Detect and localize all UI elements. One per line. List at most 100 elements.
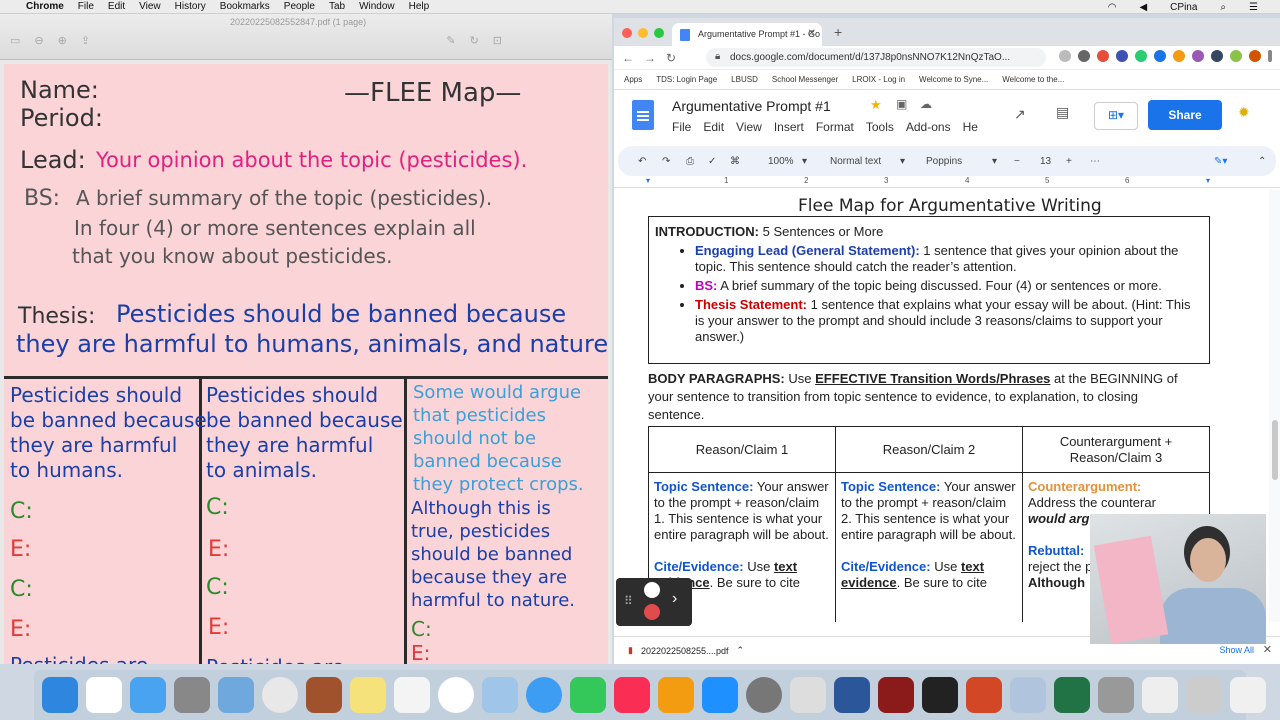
folder-stack-icon[interactable] [1186,677,1222,713]
word-icon[interactable] [834,677,870,713]
activity-icon[interactable]: ↗ [1014,106,1026,123]
menu-file[interactable]: File [78,1,94,12]
chevron-down-icon[interactable]: ▾ [992,156,997,167]
bookmark-welcome[interactable]: Welcome to the... [1002,75,1064,84]
terminal-icon[interactable] [922,677,958,713]
markup-icon[interactable]: ✎ [446,34,455,47]
sidebar-icon[interactable]: ▭ [10,34,20,47]
new-tab-button[interactable]: + [834,24,842,40]
app-store-icon[interactable] [702,677,738,713]
extension-icon[interactable] [1173,50,1185,62]
star-icon[interactable]: ★ [870,97,882,113]
spellcheck-icon[interactable]: ✓ [708,156,716,167]
settings-icon[interactable] [746,677,782,713]
wifi-icon[interactable]: ◠ [1108,2,1117,13]
extension-icon[interactable] [1230,50,1242,62]
facetime-icon[interactable] [570,677,606,713]
document-scrollbar[interactable] [1272,420,1278,480]
zoom-select[interactable]: 100% [768,156,794,167]
tab-argumentative-prompt[interactable]: Argumentative Prompt #1 - Go ✕ [672,23,822,46]
notes-icon[interactable] [350,677,386,713]
notebook-icon[interactable] [306,677,342,713]
stop-recording-button[interactable] [644,604,660,620]
extension-icon[interactable] [1211,50,1223,62]
launchpad-icon[interactable] [174,677,210,713]
style-select[interactable]: Normal text [830,156,881,167]
editing-mode-icon[interactable]: ✎▾ [1214,156,1227,167]
trash-icon[interactable] [1230,677,1266,713]
annotate-icon[interactable]: ⊡ [493,34,502,47]
scanner-icon[interactable] [790,677,826,713]
comments-icon[interactable]: ▤ [1056,104,1069,121]
bookmark-apps[interactable]: Apps [624,75,642,84]
url-field[interactable]: 🔒︎ docs.google.com/document/d/137J8p0nsN… [706,48,1046,67]
photos-icon[interactable] [438,677,474,713]
extension-icon[interactable] [1154,50,1166,62]
font-size-input[interactable]: 13 [1040,156,1051,167]
docs-logo-icon[interactable] [632,100,654,130]
search-icon[interactable]: ⌕ [1220,2,1226,13]
more-icon[interactable]: ⋯ [1090,156,1100,167]
minimize-window-button[interactable] [638,28,648,38]
menu-app[interactable]: Chrome [26,1,64,12]
pause-recording-button[interactable] [644,582,660,598]
paint-format-icon[interactable]: ⌘ [730,156,740,167]
profile-avatar[interactable] [1249,50,1261,62]
bookmark-syne[interactable]: Welcome to Syne... [919,75,988,84]
zoom-in-icon[interactable]: ⊕ [58,34,67,47]
chevron-up-icon[interactable]: ⌃ [737,645,745,656]
font-size-decrease[interactable]: − [1014,156,1020,167]
right-indent-marker[interactable]: ▾ [1206,176,1210,185]
extension-icon[interactable] [1097,50,1109,62]
bookmark-lbusd[interactable]: LBUSD [731,75,758,84]
bookmark-tds[interactable]: TDS: Login Page [656,75,717,84]
docs-menu-insert[interactable]: Insert [774,120,804,134]
docs-menu-format[interactable]: Format [816,120,854,134]
print-icon[interactable]: ⎙ [686,156,694,167]
rotate-icon[interactable]: ↻ [470,34,479,47]
power-icon[interactable] [1078,50,1090,62]
forward-icon[interactable]: → [644,51,656,65]
finder-icon[interactable] [42,677,78,713]
collapse-icon[interactable]: ⌃ [1258,156,1266,167]
menu-edit[interactable]: Edit [108,1,125,12]
chrome-icon[interactable] [262,677,298,713]
font-size-increase[interactable]: + [1066,156,1072,167]
safari-icon[interactable] [130,677,166,713]
download-item[interactable]: ▮ 2022022508255....pdf ⌃ [628,645,744,656]
chevron-down-icon[interactable]: ▾ [900,156,905,167]
cloud-icon[interactable]: ☁ [920,97,932,111]
image-capture-icon[interactable] [1010,677,1046,713]
docs-menu-addons[interactable]: Add-ons [906,120,951,134]
bookmark-lroix[interactable]: LROIX - Log in [852,75,905,84]
menu-bookmarks[interactable]: Bookmarks [220,1,270,12]
menu-people[interactable]: People [284,1,315,12]
close-tab-icon[interactable]: ✕ [808,28,816,39]
chevron-down-icon[interactable]: ▾ [802,156,807,167]
list-icon[interactable]: ☰ [1249,2,1258,13]
drag-handle-icon[interactable]: ⠿ [624,594,633,608]
docs-menu-file[interactable]: File [672,120,691,134]
printer-icon[interactable] [1098,677,1134,713]
back-icon[interactable]: ← [622,51,634,65]
bookmark-star-icon[interactable] [1059,50,1071,62]
photo-booth-icon[interactable] [878,677,914,713]
undo-icon[interactable]: ↶ [638,156,646,167]
extension-icon[interactable] [1135,50,1147,62]
extension-icon[interactable] [1192,50,1204,62]
present-button[interactable]: ⊞▾ [1094,102,1138,130]
menu-history[interactable]: History [175,1,206,12]
font-select[interactable]: Poppins [926,156,962,167]
extension-icon[interactable] [1116,50,1128,62]
share-icon[interactable]: ⇪ [81,34,90,47]
keyboard-icon[interactable] [1142,677,1178,713]
reload-icon[interactable]: ↻ [666,51,676,65]
calendar-icon[interactable] [86,677,122,713]
books-icon[interactable] [658,677,694,713]
maximize-window-button[interactable] [654,28,664,38]
folder-icon[interactable]: ▣ [896,97,907,111]
expand-icon[interactable]: › [672,590,677,608]
share-button[interactable]: Share [1148,100,1222,130]
docs-menu-edit[interactable]: Edit [703,120,724,134]
menu-view[interactable]: View [139,1,161,12]
